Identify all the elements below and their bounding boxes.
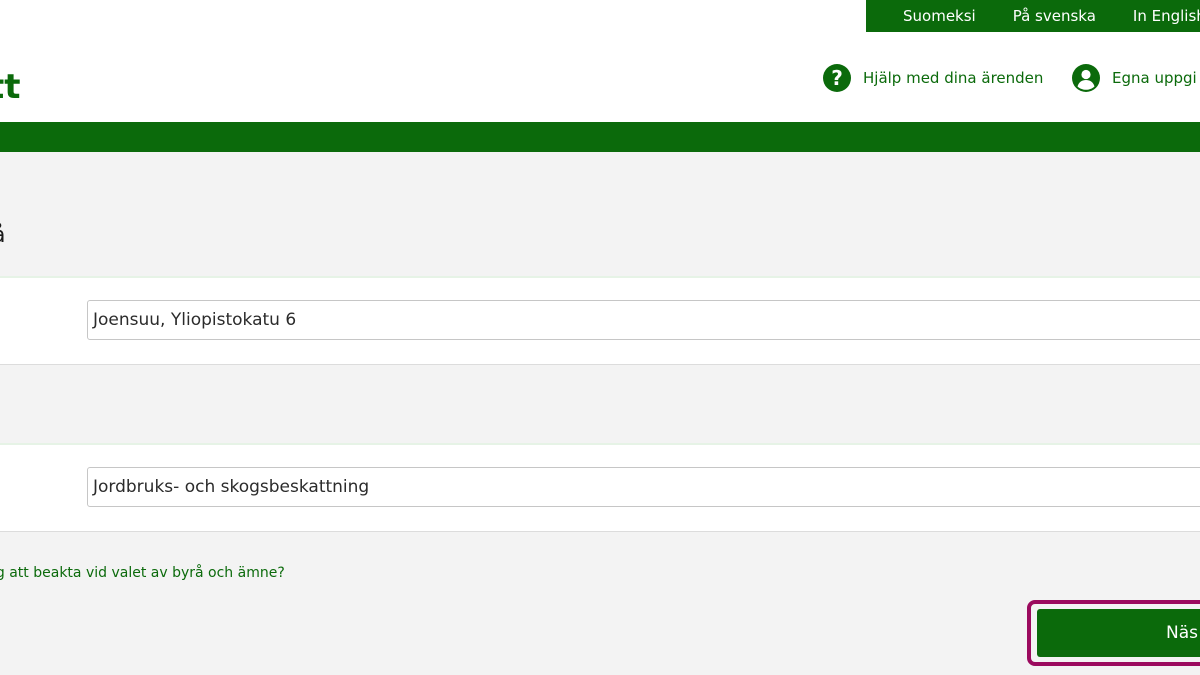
help-link-label: Hjälp med dina ärenden: [863, 69, 1044, 87]
language-swedish-link[interactable]: På svenska: [1013, 7, 1096, 25]
next-button[interactable]: Näs: [1037, 609, 1200, 657]
language-english-link[interactable]: In English: [1133, 7, 1200, 25]
user-circle-icon: [1072, 64, 1100, 92]
office-select[interactable]: Joensuu, Yliopistokatu 6: [87, 300, 1200, 340]
selection-help-link[interactable]: ig att beakta vid valet av byrå och ämne…: [0, 565, 285, 581]
topic-select[interactable]: Jordbruks- och skogsbeskattning: [87, 467, 1200, 507]
office-field-row: Joensuu, Yliopistokatu 6: [0, 276, 1200, 365]
help-link[interactable]: ? Hjälp med dina ärenden: [823, 63, 1043, 93]
section-heading: å: [0, 222, 5, 250]
language-bar: Suomeksi På svenska In English: [866, 0, 1200, 32]
site-logo-text[interactable]: tt: [0, 66, 21, 108]
profile-link-label: Egna uppgi: [1112, 69, 1197, 87]
main-navigation-bar: [0, 122, 1200, 152]
site-header: Suomeksi På svenska In English tt ? Hjäl…: [0, 0, 1200, 122]
topic-field-row: Jordbruks- och skogsbeskattning: [0, 443, 1200, 532]
question-circle-icon: ?: [823, 64, 851, 92]
language-finnish-link[interactable]: Suomeksi: [903, 7, 976, 25]
profile-link[interactable]: Egna uppgi: [1072, 63, 1197, 93]
